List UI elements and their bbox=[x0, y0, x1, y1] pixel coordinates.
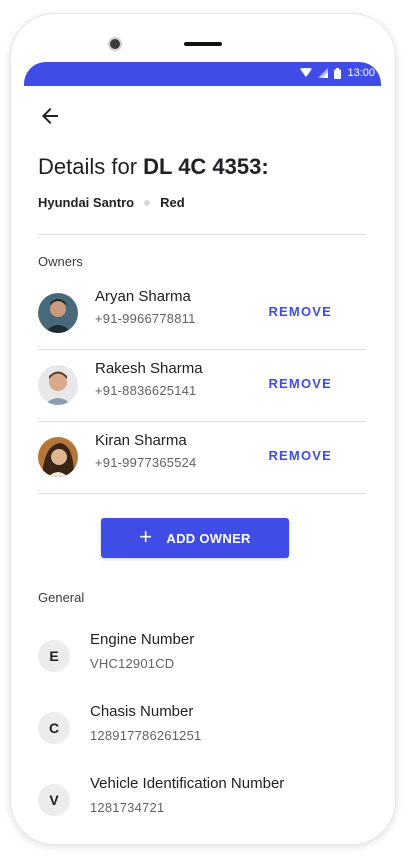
field-value: VHC12901CD bbox=[90, 656, 175, 671]
speaker bbox=[184, 42, 222, 46]
avatar bbox=[38, 437, 78, 477]
car-info: Hyundai Santro Red bbox=[38, 195, 185, 210]
owner-phone: +91-8836625141 bbox=[95, 383, 197, 398]
field-title: Engine Number bbox=[90, 631, 195, 648]
field-value: 1281734721 bbox=[90, 800, 165, 815]
general-item-vin: V Vehicle Identification Number 12817347… bbox=[38, 763, 368, 835]
back-arrow-icon[interactable] bbox=[38, 104, 62, 128]
header-divider bbox=[38, 234, 366, 235]
row-divider bbox=[38, 493, 366, 494]
owner-row: Kiran Sharma +91-9977365524 REMOVE bbox=[38, 422, 366, 494]
general-item-engine-number: E Engine Number VHC12901CD bbox=[38, 619, 368, 691]
owner-name: Aryan Sharma bbox=[95, 288, 191, 305]
separator-dot bbox=[144, 199, 151, 206]
car-model: Hyundai Santro bbox=[38, 195, 135, 210]
plate-number: DL 4C 4353: bbox=[143, 154, 269, 179]
status-time: 13:00 bbox=[347, 67, 375, 79]
remove-owner-button[interactable]: REMOVE bbox=[268, 448, 332, 463]
front-camera bbox=[110, 39, 120, 49]
wifi-icon bbox=[300, 68, 313, 77]
avatar bbox=[38, 365, 78, 405]
signal-icon bbox=[318, 68, 329, 78]
field-title: Chasis Number bbox=[90, 703, 194, 720]
car-color: Red bbox=[160, 195, 185, 210]
plus-icon: + bbox=[139, 524, 153, 549]
owner-phone: +91-9977365524 bbox=[95, 455, 197, 470]
letter-avatar: C bbox=[38, 712, 70, 744]
phone-frame: 13:00 Details for DL 4C 4353: Hyundai Sa… bbox=[10, 13, 396, 845]
general-section-label: General bbox=[38, 590, 85, 605]
page-title: Details for DL 4C 4353: bbox=[38, 154, 269, 180]
remove-owner-button[interactable]: REMOVE bbox=[268, 304, 332, 319]
status-icons: 13:00 bbox=[300, 67, 375, 79]
status-bar: 13:00 bbox=[24, 62, 381, 86]
letter-avatar: E bbox=[38, 640, 70, 672]
owner-name: Kiran Sharma bbox=[95, 432, 187, 449]
battery-icon bbox=[334, 67, 342, 79]
title-prefix: Details for bbox=[38, 154, 144, 179]
letter-avatar: V bbox=[38, 784, 70, 816]
remove-owner-button[interactable]: REMOVE bbox=[268, 376, 332, 391]
owner-row: Rakesh Sharma +91-8836625141 REMOVE bbox=[38, 350, 366, 422]
general-item-chasis-number: C Chasis Number 128917786261251 bbox=[38, 691, 368, 763]
owner-row: Aryan Sharma +91-9966778811 REMOVE bbox=[38, 278, 366, 350]
owner-phone: +91-9966778811 bbox=[95, 311, 196, 326]
avatar bbox=[38, 293, 78, 333]
add-owner-label: ADD OWNER bbox=[166, 530, 251, 546]
owner-name: Rakesh Sharma bbox=[95, 360, 203, 377]
field-value: 128917786261251 bbox=[90, 728, 202, 743]
add-owner-button[interactable]: + ADD OWNER bbox=[101, 518, 289, 558]
field-title: Vehicle Identification Number bbox=[90, 775, 285, 792]
owners-section-label: Owners bbox=[38, 254, 83, 269]
